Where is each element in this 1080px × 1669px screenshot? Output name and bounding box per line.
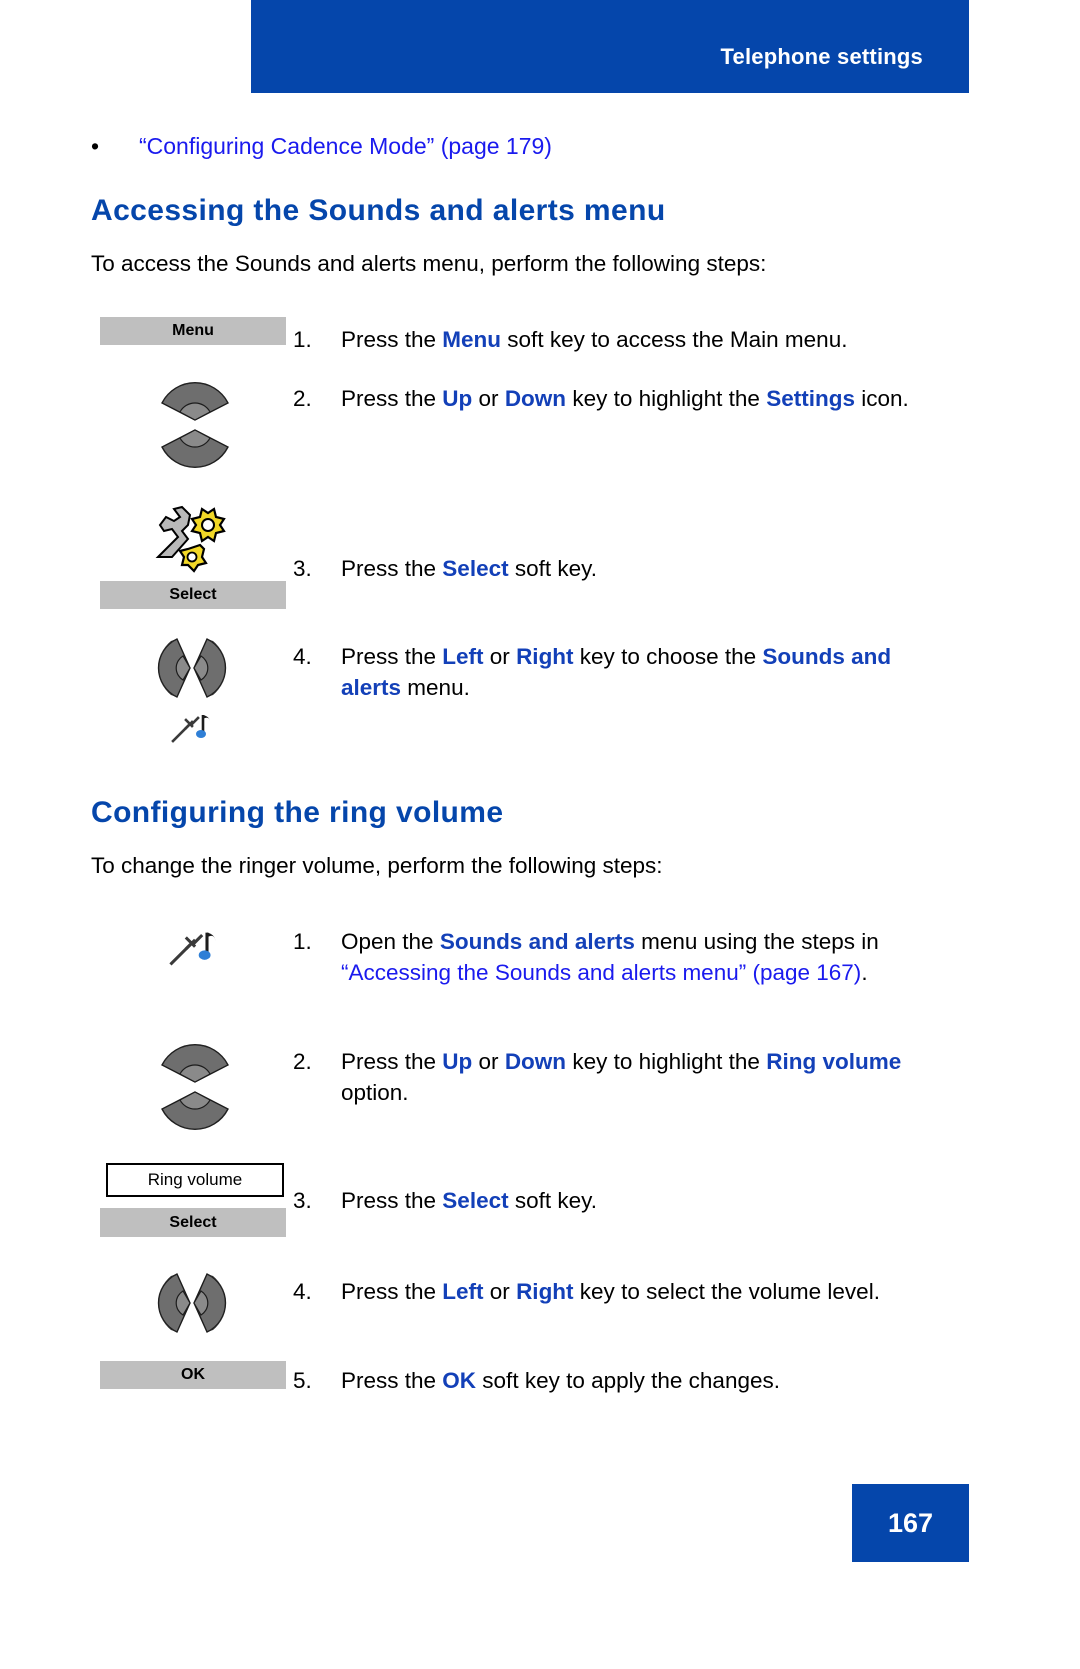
menu-item-ring-volume-label: Ring volume [147, 1170, 243, 1189]
page-header-title: Telephone settings [720, 44, 923, 69]
menu-item-ring-volume[interactable]: Ring volume [106, 1163, 284, 1197]
step-ringvolume-2: 2. Press the Up or Down key to highlight… [293, 1046, 953, 1108]
cross-reference-link[interactable]: “Configuring Cadence Mode” (page 179) [139, 131, 552, 161]
step-text: Press the Menu soft key to access the Ma… [341, 327, 848, 352]
step-text: Press the Up or Down key to highlight th… [341, 1049, 902, 1105]
page-number-footer: 167 [852, 1484, 969, 1562]
step-number: 3. [293, 556, 312, 581]
step-number: 2. [293, 386, 312, 411]
softkey-select-label: Select [169, 586, 217, 603]
section-intro-ring-volume: To change the ringer volume, perform the… [91, 853, 663, 878]
step-number: 4. [293, 1279, 312, 1304]
step-accessing-3: 3. Press the Select soft key. [293, 553, 953, 584]
step-number: 4. [293, 644, 312, 669]
step-ringvolume-1: 1. Open the Sounds and alerts menu using… [293, 926, 953, 988]
step-text: Open the Sounds and alerts menu using th… [341, 929, 879, 985]
softkey-select-accessing[interactable]: Select [100, 581, 286, 609]
step-number: 3. [293, 1188, 312, 1213]
softkey-select-ringvolume[interactable]: Select [100, 1208, 286, 1237]
up-down-navigation-key-icon-ringvolume [140, 1032, 250, 1142]
step-text: Press the Select soft key. [341, 1188, 597, 1213]
page-content: Telephone settings • “Configuring Cadenc… [0, 0, 1080, 1669]
step-text: Press the Up or Down key to highlight th… [341, 386, 909, 411]
section-intro-accessing: To access the Sounds and alerts menu, pe… [91, 251, 767, 276]
step-text: Press the OK soft key to apply the chang… [341, 1368, 780, 1393]
section-heading-accessing: Accessing the Sounds and alerts menu [91, 194, 666, 227]
step-number: 5. [293, 1368, 312, 1393]
step-ringvolume-4: 4. Press the Left or Right key to select… [293, 1276, 953, 1307]
step-ringvolume-5: 5. Press the OK soft key to apply the ch… [293, 1365, 953, 1396]
step-number: 1. [293, 929, 312, 954]
step-text: Press the Left or Right key to select th… [341, 1279, 880, 1304]
sounds-and-alerts-tuning-fork-note-icon [170, 711, 214, 745]
step-number: 1. [293, 327, 312, 352]
up-down-navigation-key-icon [140, 370, 250, 480]
step-accessing-2: 2. Press the Up or Down key to highlight… [293, 383, 953, 414]
step-number: 2. [293, 1049, 312, 1074]
softkey-ok-label: OK [181, 1366, 205, 1383]
page-number: 167 [887, 1507, 934, 1538]
cross-reference-link-accessing[interactable]: “Accessing the Sounds and alerts menu” (… [341, 960, 861, 985]
step-text: Press the Left or Right key to choose th… [341, 644, 892, 700]
softkey-select-label: Select [169, 1213, 217, 1231]
softkey-ok[interactable]: OK [100, 1361, 286, 1389]
left-right-navigation-key-icon [133, 627, 251, 709]
softkey-menu[interactable]: Menu [100, 317, 286, 345]
page-header-bar: Telephone settings [251, 0, 969, 93]
step-accessing-4: 4. Press the Left or Right key to choose… [293, 641, 953, 703]
sounds-and-alerts-tuning-fork-note-icon-large [168, 927, 220, 969]
step-text: Press the Select soft key. [341, 556, 597, 581]
left-right-navigation-key-icon-ringvolume [133, 1262, 251, 1344]
step-accessing-1: 1. Press the Menu soft key to access the… [293, 324, 953, 355]
softkey-menu-label: Menu [172, 322, 214, 339]
step-ringvolume-3: 3. Press the Select soft key. [293, 1185, 953, 1216]
settings-wrench-gear-icon [148, 495, 228, 575]
bullet-marker: • [91, 133, 100, 159]
section-heading-ring-volume: Configuring the ring volume [91, 796, 504, 829]
